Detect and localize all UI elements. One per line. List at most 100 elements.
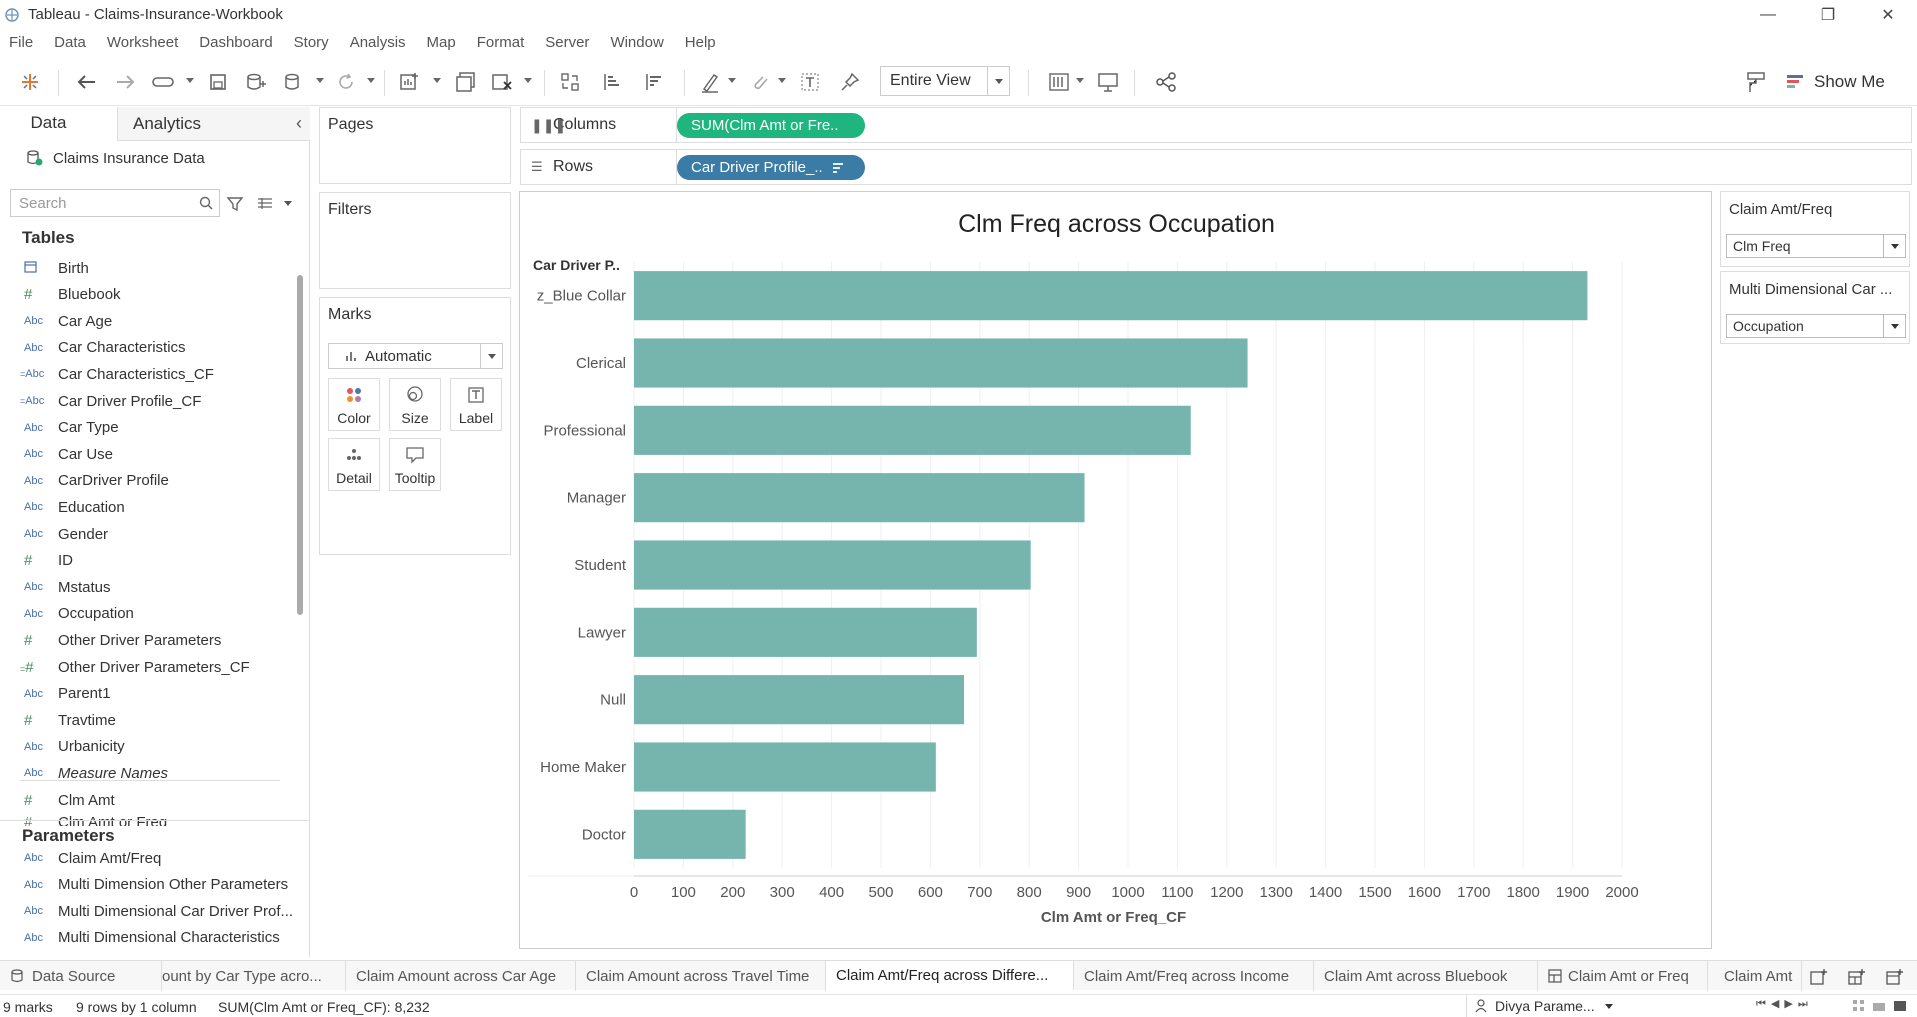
menu-map[interactable]: Map (427, 34, 456, 51)
field-item[interactable]: =Abc Car Characteristics_CF (20, 361, 300, 387)
swap-rows-columns-icon[interactable] (556, 68, 584, 96)
field-item[interactable]: Abc Measure Names (20, 760, 300, 786)
sheet-tab[interactable]: Claim Amount across Car Age (346, 961, 576, 991)
clear-sheet-icon[interactable] (488, 68, 516, 96)
pause-updates-icon[interactable] (280, 68, 308, 96)
fit-view-select[interactable]: Entire View (880, 66, 1010, 96)
filter-icon[interactable] (226, 195, 244, 213)
show-mark-labels-icon[interactable] (796, 68, 824, 96)
field-item[interactable]: Abc Car Age (20, 308, 300, 334)
menu-file[interactable]: File (9, 34, 33, 51)
menu-server[interactable]: Server (545, 34, 589, 51)
parameter-item[interactable]: Abc Multi Dimensional Characteristics (20, 925, 300, 951)
view-caret-icon[interactable] (284, 201, 292, 206)
bar[interactable] (634, 742, 936, 792)
replay-caret-icon[interactable] (186, 78, 194, 83)
category-label[interactable]: Null (600, 692, 626, 709)
field-item[interactable]: Abc Car Characteristics (20, 335, 300, 361)
show-cards-caret-icon[interactable] (1076, 78, 1084, 83)
presentation-mode-icon[interactable] (1094, 68, 1122, 96)
filters-shelf[interactable]: Filters (319, 192, 511, 289)
field-item[interactable]: # Other Driver Parameters (20, 627, 300, 653)
restore-button[interactable]: ❐ (1800, 0, 1856, 30)
user-menu[interactable]: Divya Parame... (1466, 995, 1616, 1017)
category-label[interactable]: Manager (567, 490, 626, 507)
menu-analysis[interactable]: Analysis (350, 34, 406, 51)
bar[interactable] (634, 540, 1031, 590)
color-button[interactable]: Color (328, 378, 380, 431)
view-list-icon[interactable] (256, 195, 274, 213)
parameter-item[interactable]: Abc Multi Dimensional Car Driver Prof... (20, 898, 300, 924)
sheet-sorter-icon[interactable] (1852, 999, 1866, 1013)
field-item[interactable]: Abc CarDriver Profile (20, 468, 300, 494)
sheet-tab[interactable]: Claim Amount across Travel Time (576, 961, 826, 991)
duplicate-sheet-icon[interactable] (452, 68, 480, 96)
field-item[interactable]: # Travtime (20, 707, 300, 733)
category-label[interactable]: z_Blue Collar (537, 288, 626, 305)
group-caret-icon[interactable] (778, 78, 786, 83)
menu-dashboard[interactable]: Dashboard (199, 34, 272, 51)
replay-icon[interactable] (150, 68, 178, 96)
menu-window[interactable]: Window (610, 34, 663, 51)
new-dashboard-icon[interactable] (1848, 968, 1866, 986)
tooltip-button[interactable]: Tooltip (389, 438, 441, 491)
bar[interactable] (634, 473, 1085, 523)
search-input[interactable] (19, 194, 189, 212)
data-caret-icon[interactable] (316, 78, 324, 83)
search-icon[interactable] (199, 196, 213, 210)
columns-shelf[interactable]: ❚❚❚ Columns SUM(Clm Amt or Fre.. (520, 107, 1912, 143)
menu-story[interactable]: Story (294, 34, 329, 51)
sheet-tab[interactable]: ount by Car Type acro... (162, 961, 346, 991)
undo-icon[interactable] (72, 68, 100, 96)
menu-format[interactable]: Format (477, 34, 525, 51)
rows-pill[interactable]: Car Driver Profile_.. (677, 155, 865, 180)
close-button[interactable]: ✕ (1860, 0, 1916, 30)
new-story-icon[interactable] (1886, 968, 1904, 986)
size-button[interactable]: Size (389, 378, 441, 431)
chevron-down-icon[interactable] (480, 344, 502, 368)
field-item[interactable]: # ID (20, 548, 300, 574)
bar[interactable] (634, 809, 746, 859)
new-worksheet-icon[interactable] (1810, 968, 1828, 986)
sort-ascending-icon[interactable] (598, 68, 626, 96)
sheet-tab[interactable]: Claim Amt/Freq across Income (1074, 961, 1314, 991)
data-source-tab[interactable]: Data Source (0, 961, 162, 991)
field-item[interactable]: Abc Gender (20, 521, 300, 547)
chevron-down-icon[interactable] (1883, 235, 1905, 257)
filmstrip-icon[interactable] (1872, 999, 1886, 1013)
bar[interactable] (634, 675, 964, 725)
refresh-caret-icon[interactable] (367, 78, 375, 83)
parameter-select-multi-dimensional-car[interactable]: Occupation (1726, 314, 1906, 338)
clear-caret-icon[interactable] (524, 78, 532, 83)
collapse-pane-icon[interactable]: ‹ (296, 113, 302, 134)
field-item[interactable]: Abc Occupation (20, 601, 300, 627)
field-item[interactable]: Abc Education (20, 494, 300, 520)
data-pane-scrollbar[interactable] (297, 275, 303, 615)
menu-help[interactable]: Help (685, 34, 716, 51)
fix-axes-pin-icon[interactable] (836, 68, 864, 96)
field-item[interactable]: # Clm Amt (20, 787, 300, 813)
category-label[interactable]: Student (574, 557, 627, 574)
data-source-item[interactable]: Claims Insurance Data (26, 149, 205, 167)
redo-icon[interactable] (112, 68, 140, 96)
new-worksheet-icon[interactable] (396, 68, 424, 96)
category-label[interactable]: Home Maker (540, 759, 626, 776)
field-item[interactable]: Abc Parent1 (20, 681, 300, 707)
highlight-caret-icon[interactable] (728, 78, 736, 83)
category-label[interactable]: Clerical (576, 355, 626, 372)
show-cards-icon[interactable] (1046, 68, 1074, 96)
label-button[interactable]: Label (450, 378, 502, 431)
field-item[interactable]: Abc Mstatus (20, 574, 300, 600)
new-sheet-caret-icon[interactable] (433, 78, 441, 83)
x-axis-title[interactable]: Clm Amt or Freq_CF (520, 909, 1657, 926)
tableau-home-icon[interactable] (16, 68, 44, 96)
field-item[interactable]: Abc Car Use (20, 441, 300, 467)
field-item[interactable]: =# Other Driver Parameters_CF (20, 654, 300, 680)
sort-descending-icon[interactable] (640, 68, 668, 96)
sheet-tab[interactable]: Claim Amt across Bluebook (1314, 961, 1538, 991)
field-item[interactable]: Birth (20, 255, 300, 281)
group-icon[interactable] (746, 68, 774, 96)
detail-button[interactable]: Detail (328, 438, 380, 491)
columns-pill[interactable]: SUM(Clm Amt or Fre.. (677, 113, 865, 138)
search-box[interactable] (10, 189, 220, 217)
